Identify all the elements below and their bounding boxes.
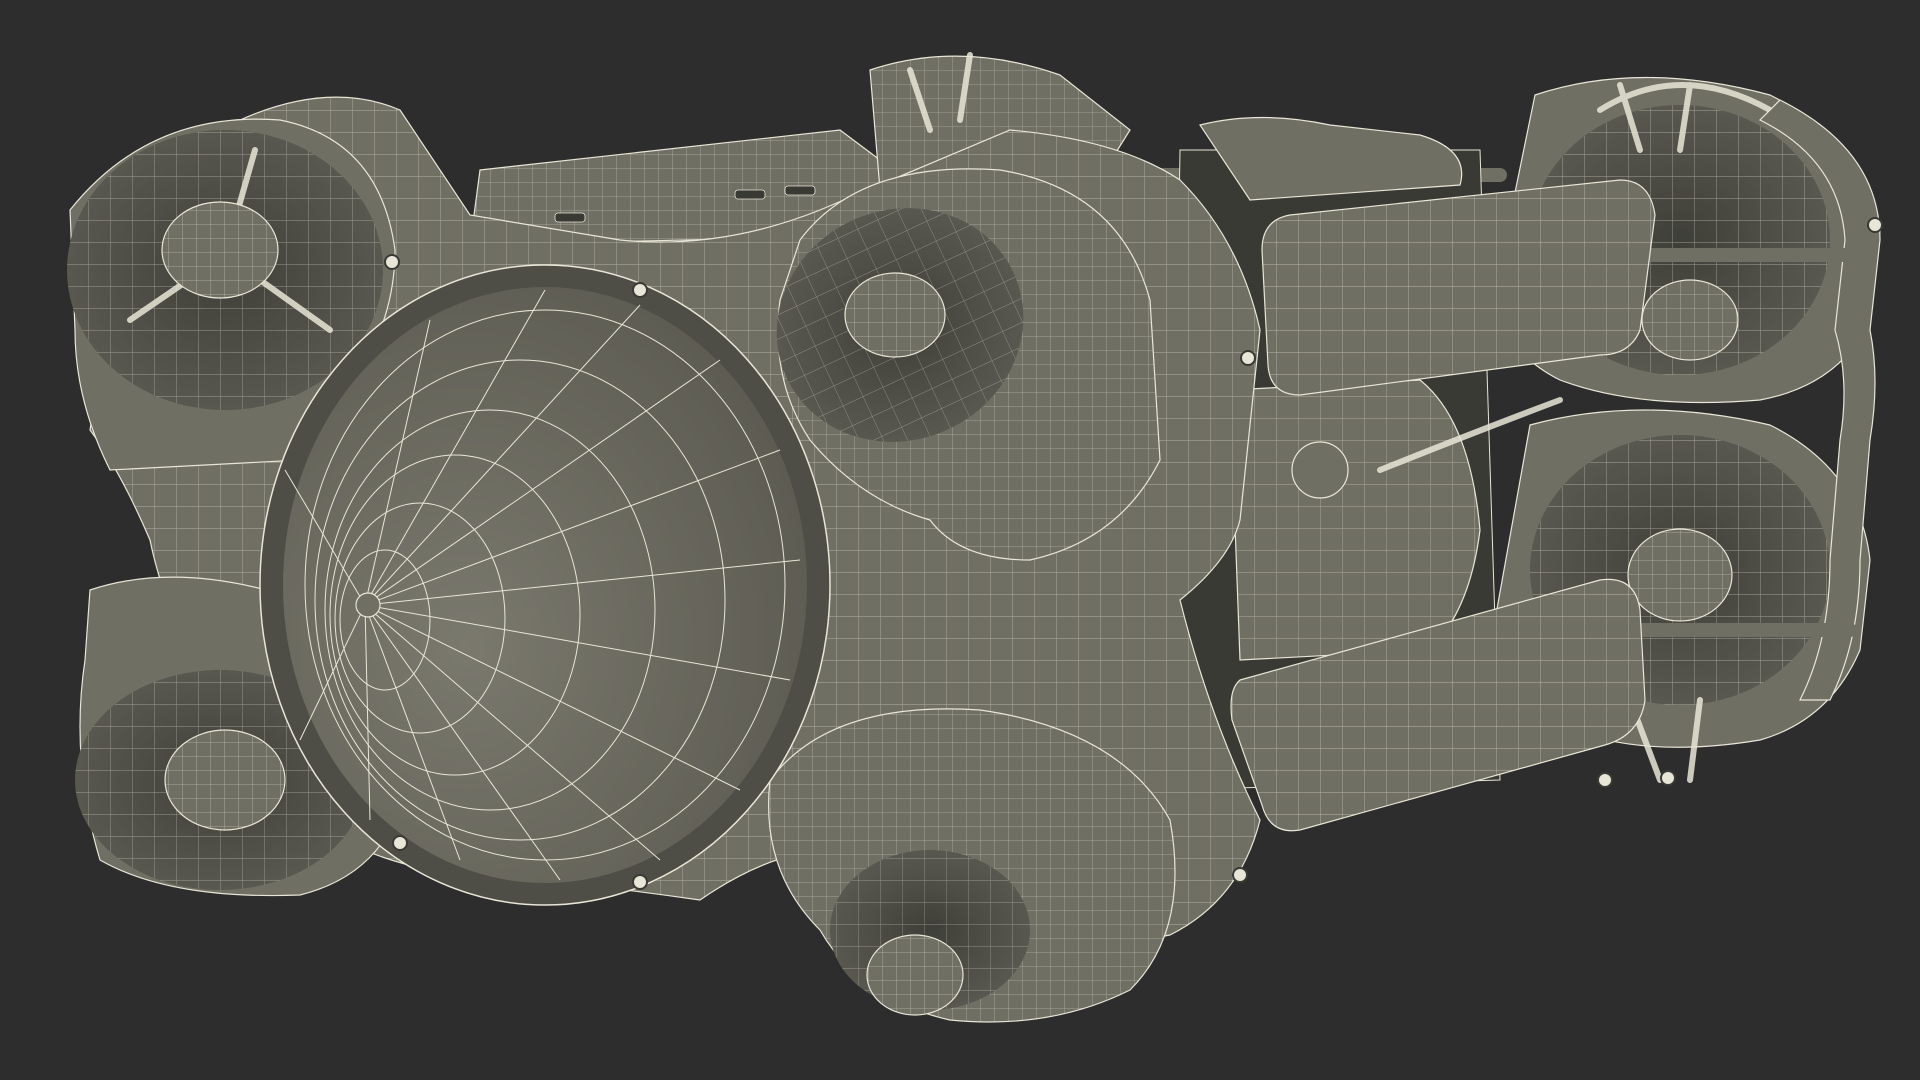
render-viewport [0,0,1920,1080]
drone-wireframe-render [67,52,1883,1023]
bolt-icon [1660,770,1676,786]
bolt-icon [632,874,648,890]
bolt-icon [384,254,400,270]
camera-lens-icon [355,592,381,618]
bolt-icon [1232,867,1248,883]
bolt-icon [392,835,408,851]
bolt-icon [632,282,648,298]
bolt-icon [1867,217,1883,233]
bolt-icon [1240,350,1256,366]
camera-dome [259,264,831,906]
bolt-icon [1597,772,1613,788]
